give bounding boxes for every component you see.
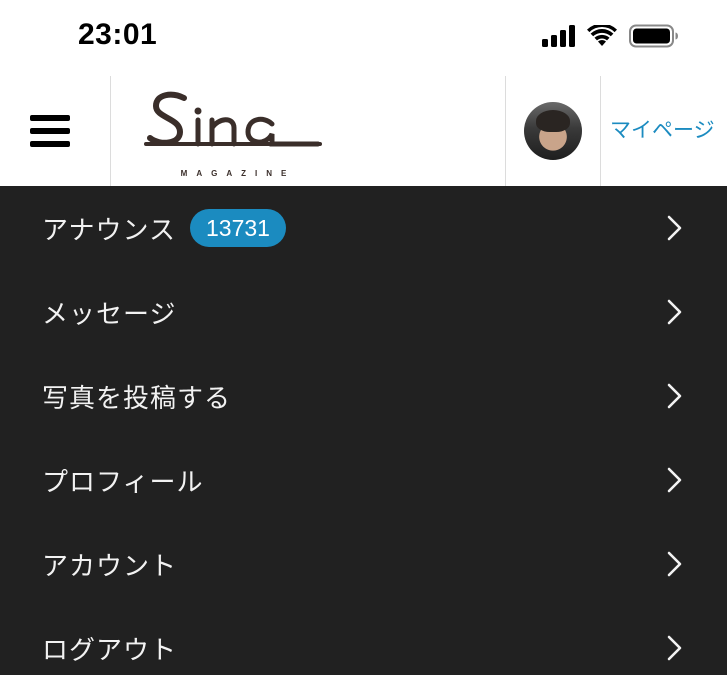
wifi-icon	[587, 25, 617, 47]
chevron-right-icon	[667, 467, 682, 493]
menu-item-label: プロフィール	[42, 467, 204, 498]
hamburger-icon	[30, 115, 70, 147]
avatar	[524, 102, 582, 160]
menu-item-messages[interactable]: メッセージ	[0, 270, 727, 354]
battery-icon	[629, 24, 679, 48]
chevron-right-icon	[667, 383, 682, 409]
menu-item-label: メッセージ	[42, 299, 177, 330]
menu-item-account[interactable]: アカウント	[0, 522, 727, 606]
menu-item-logout[interactable]: ログアウト	[0, 606, 727, 675]
menu-button[interactable]	[0, 76, 111, 186]
announcement-count-badge: 13731	[190, 209, 286, 247]
site-logo[interactable]: MAGAZINE	[140, 84, 330, 184]
mypage-link[interactable]: マイページ	[610, 76, 715, 186]
app-header: MAGAZINE マイページ	[0, 76, 727, 186]
status-time: 23:01	[78, 18, 158, 51]
menu-item-label: アナウンス	[42, 215, 176, 246]
navigation-drawer: アナウンス 13731 メッセージ 写真を投稿する プロフィール アカウント ロ…	[0, 186, 727, 675]
avatar-button[interactable]	[505, 76, 601, 186]
chevron-right-icon	[667, 551, 682, 577]
menu-item-profile[interactable]: プロフィール	[0, 438, 727, 522]
menu-item-post-photo[interactable]: 写真を投稿する	[0, 354, 727, 438]
menu-item-label: アカウント	[42, 551, 178, 582]
menu-item-label: 写真を投稿する	[42, 383, 232, 414]
menu-item-announcements[interactable]: アナウンス 13731	[0, 186, 727, 270]
chevron-right-icon	[667, 215, 682, 241]
status-icons	[542, 24, 679, 48]
chevron-right-icon	[667, 635, 682, 661]
chevron-right-icon	[667, 299, 682, 325]
cellular-signal-icon	[542, 25, 575, 47]
logo-subtext: MAGAZINE	[181, 169, 296, 178]
status-bar: 23:01	[0, 0, 727, 76]
menu-item-label: ログアウト	[42, 635, 178, 666]
app-screen: 23:01 MAGAZINE マイページ アナウンス 13731 メッセージ 写…	[0, 0, 727, 675]
